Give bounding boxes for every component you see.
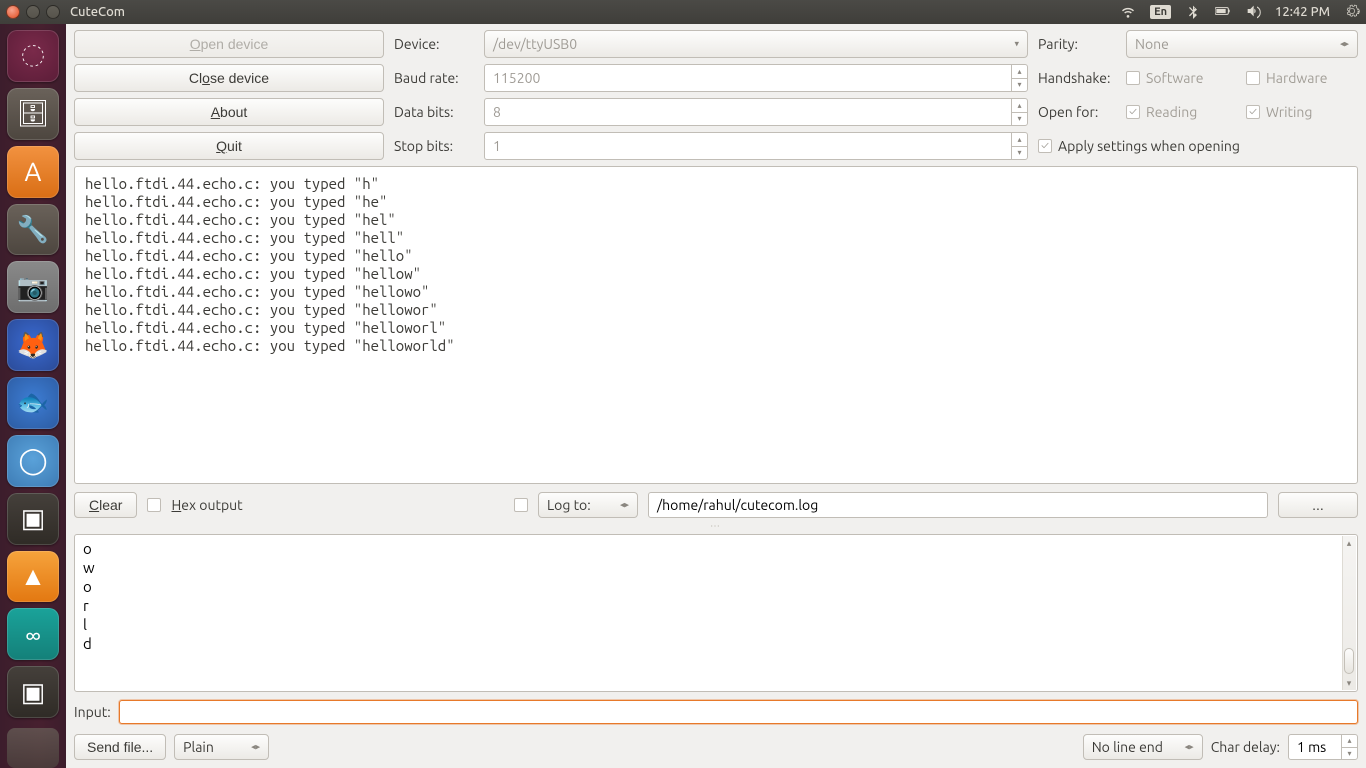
- launcher-vlc[interactable]: ▲: [7, 551, 59, 603]
- send-file-button[interactable]: Send file...: [74, 734, 166, 760]
- open-for-label: Open for:: [1038, 104, 1118, 120]
- gear-icon[interactable]: [1344, 3, 1360, 22]
- language-indicator[interactable]: En: [1150, 5, 1171, 19]
- history-list[interactable]: ▴ ▾ oworld: [74, 534, 1358, 692]
- clear-button[interactable]: Clear: [74, 492, 137, 518]
- launcher-bluefish[interactable]: 🐟: [7, 377, 59, 429]
- launcher-chromium[interactable]: ◯: [7, 435, 59, 487]
- launcher-files[interactable]: 🗄: [7, 88, 59, 140]
- software-checkbox[interactable]: Software: [1126, 70, 1238, 86]
- volume-icon[interactable]: [1245, 3, 1261, 22]
- parity-select[interactable]: None◂▸: [1126, 30, 1358, 58]
- launcher-trash[interactable]: [7, 728, 59, 768]
- input-row: Input:: [74, 700, 1358, 724]
- cutecom-window: Open device Device: /dev/ttyUSB0▾ Parity…: [66, 24, 1366, 768]
- list-item[interactable]: l: [83, 615, 1349, 634]
- data-bits-select[interactable]: 8▴▾: [484, 98, 1028, 126]
- window-controls: [6, 5, 60, 19]
- scrollbar[interactable]: ▴ ▾: [1342, 536, 1356, 690]
- maximize-icon[interactable]: [46, 5, 60, 19]
- scroll-down-icon[interactable]: ▾: [1342, 676, 1356, 690]
- launcher-settings[interactable]: 🔧: [7, 204, 59, 256]
- scroll-thumb[interactable]: [1344, 648, 1354, 674]
- device-label: Device:: [394, 36, 474, 52]
- stop-bits-label: Stop bits:: [394, 138, 474, 154]
- list-item[interactable]: d: [83, 634, 1349, 653]
- battery-icon[interactable]: [1215, 3, 1231, 22]
- writing-checkbox[interactable]: Writing: [1246, 104, 1358, 120]
- output-text[interactable]: hello.ftdi.44.echo.c: you typed "h" hell…: [74, 166, 1358, 484]
- script-mode-select[interactable]: Plain◂▸: [174, 734, 269, 760]
- close-device-button[interactable]: Close device: [74, 64, 384, 92]
- launcher-arduino[interactable]: ∞: [7, 608, 59, 660]
- list-item[interactable]: w: [83, 558, 1349, 577]
- quit-button[interactable]: Quit: [74, 132, 384, 160]
- launcher-dash[interactable]: ◌: [7, 30, 59, 82]
- bluetooth-icon[interactable]: [1185, 3, 1201, 22]
- launcher-shotwell[interactable]: 📷: [7, 261, 59, 313]
- log-to-select[interactable]: Log to:◂▸: [538, 492, 638, 518]
- input-label: Input:: [74, 704, 111, 720]
- list-item[interactable]: r: [83, 596, 1349, 615]
- browse-button[interactable]: ...: [1278, 492, 1358, 518]
- baud-label: Baud rate:: [394, 70, 474, 86]
- window-title: CuteCom: [70, 5, 125, 19]
- list-item[interactable]: o: [83, 577, 1349, 596]
- data-bits-label: Data bits:: [394, 104, 474, 120]
- input-field[interactable]: [119, 700, 1358, 724]
- stop-bits-select[interactable]: 1▴▾: [484, 132, 1028, 160]
- launcher-terminal-2[interactable]: ▣: [7, 666, 59, 718]
- hex-output-checkbox[interactable]: [147, 498, 161, 512]
- log-row: Clear Hex output Log to:◂▸ /home/rahul/c…: [74, 492, 1358, 518]
- apply-settings-checkbox[interactable]: Apply settings when opening: [1038, 138, 1358, 154]
- device-select[interactable]: /dev/ttyUSB0▾: [484, 30, 1028, 58]
- handshake-label: Handshake:: [1038, 70, 1118, 86]
- about-button[interactable]: About: [74, 98, 384, 126]
- scroll-up-icon[interactable]: ▴: [1342, 536, 1356, 550]
- line-end-select[interactable]: No line end◂▸: [1083, 734, 1203, 760]
- wifi-icon[interactable]: [1120, 3, 1136, 22]
- unity-launcher: ◌ 🗄 A 🔧 📷 🦊 🐟 ◯ ▣ ▲ ∞ ▣: [0, 24, 66, 768]
- char-delay-label: Char delay:: [1211, 739, 1280, 755]
- launcher-software-center[interactable]: A: [7, 146, 59, 198]
- launcher-terminal[interactable]: ▣: [7, 493, 59, 545]
- log-path-input[interactable]: /home/rahul/cutecom.log: [648, 492, 1268, 518]
- minimize-icon[interactable]: [26, 5, 40, 19]
- launcher-firefox[interactable]: 🦊: [7, 319, 59, 371]
- log-to-checkbox[interactable]: [514, 498, 528, 512]
- menubar: CuteCom En 12:42 PM: [0, 0, 1366, 24]
- reading-checkbox[interactable]: Reading: [1126, 104, 1238, 120]
- hardware-checkbox[interactable]: Hardware: [1246, 70, 1358, 86]
- char-delay-spin[interactable]: 1 ms▴▾: [1288, 734, 1358, 760]
- close-icon[interactable]: [6, 5, 20, 19]
- hex-output-label: Hex output: [171, 497, 242, 513]
- clock[interactable]: 12:42 PM: [1275, 5, 1330, 19]
- parity-label: Parity:: [1038, 36, 1118, 52]
- splitter-handle[interactable]: ⋯: [74, 522, 1358, 530]
- bottom-row: Send file... Plain◂▸ No line end◂▸ Char …: [74, 734, 1358, 760]
- list-item[interactable]: o: [83, 539, 1349, 558]
- system-tray: En 12:42 PM: [1120, 3, 1360, 22]
- settings-grid: Open device Device: /dev/ttyUSB0▾ Parity…: [74, 30, 1358, 160]
- baud-select[interactable]: 115200▴▾: [484, 64, 1028, 92]
- open-device-button[interactable]: Open device: [74, 30, 384, 58]
